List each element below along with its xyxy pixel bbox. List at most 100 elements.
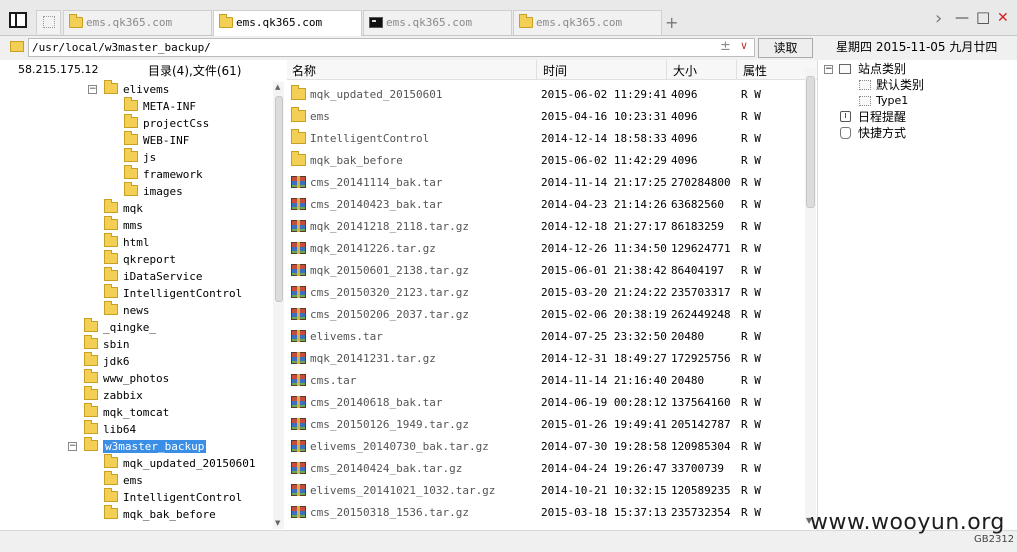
site-category[interactable]: 站点类别 <box>858 61 906 77</box>
tree-item[interactable]: META-INF <box>124 97 196 115</box>
file-row[interactable]: cms_20140424_bak.tar.gz 2014-04-24 19:26:… <box>287 458 802 480</box>
chevron-right-icon[interactable]: › <box>935 8 942 29</box>
plus-minus-icon[interactable]: ± <box>720 39 731 54</box>
tree-item[interactable]: IntelligentControl <box>104 488 242 506</box>
file-size: 172925756 <box>671 352 731 365</box>
tree-item[interactable]: images <box>124 182 183 200</box>
maximize-button[interactable]: □ <box>976 8 990 26</box>
file-attr: R W <box>741 110 761 123</box>
file-row[interactable]: elivems.tar 2014-07-25 23:32:50 20480 R W <box>287 326 802 348</box>
tree-item[interactable]: zabbix <box>84 386 143 404</box>
file-row[interactable]: mqk_updated_20150601 2015-06-02 11:29:41 4… <box>287 84 802 106</box>
path-input[interactable]: /usr/local/w3master_backup/ <box>28 38 755 57</box>
tree-item-label: elivems <box>123 83 170 96</box>
folder-icon <box>104 216 118 230</box>
archive-icon <box>291 440 306 452</box>
file-row[interactable]: mqk_20141218_2118.tar.gz 2014-12-18 21:27… <box>287 216 802 238</box>
tree-item[interactable]: w3master_backup <box>84 437 207 455</box>
tree-item[interactable]: WEB-INF <box>124 131 190 149</box>
tab-2[interactable]: ems.qk365.com <box>213 10 362 37</box>
column-name[interactable]: 名称 <box>292 62 316 79</box>
tree-item[interactable]: qkreport <box>104 250 176 268</box>
date-display: 星期四 2015-11-05 九月廿四 <box>836 40 998 54</box>
add-tab-button[interactable]: + <box>665 13 678 32</box>
tab-1[interactable]: ems.qk365.com <box>63 10 212 35</box>
default-category[interactable]: 默认类别 <box>876 77 924 93</box>
file-name: mqk_20141231.tar.gz <box>310 352 436 365</box>
file-list-scrollbar[interactable] <box>805 68 816 523</box>
file-row[interactable]: mqk_bak_before 2015-06-02 11:42:29 4096 R W <box>287 150 802 172</box>
tree-item[interactable]: ems <box>104 471 143 489</box>
tree-item[interactable]: mqk_tomcat <box>84 403 169 421</box>
close-button[interactable]: ✕ <box>997 10 1009 26</box>
tab-3[interactable]: ems.qk365.com <box>363 10 512 35</box>
file-row[interactable]: ems 2015-04-16 10:23:31 4096 R W <box>287 106 802 128</box>
tree-item[interactable]: html <box>104 233 150 251</box>
read-button[interactable]: 读取 <box>758 38 813 58</box>
tree-item[interactable]: elivems <box>104 80 170 98</box>
file-row[interactable]: IntelligentControl 2014-12-14 18:58:33 409… <box>287 128 802 150</box>
minimize-button[interactable]: — <box>955 10 969 26</box>
scroll-up-icon[interactable]: ▲ <box>275 83 280 91</box>
tree-item[interactable]: IntelligentControl <box>104 284 242 302</box>
type1-category[interactable]: Type1 <box>876 93 908 109</box>
collapse-icon[interactable]: − <box>68 442 77 451</box>
folder-icon <box>84 403 98 417</box>
tree-item-label: WEB-INF <box>143 134 190 147</box>
tree-item[interactable]: news <box>104 301 150 319</box>
column-time[interactable]: 时间 <box>543 62 567 79</box>
folder-icon <box>124 165 138 179</box>
file-row[interactable]: mqk_20141231.tar.gz 2014-12-31 18:49:27 17… <box>287 348 802 370</box>
collapse-icon[interactable]: − <box>824 65 833 74</box>
file-row[interactable]: cms_20141114_bak.tar 2014-11-14 21:17:25 2… <box>287 172 802 194</box>
tree-scroll-thumb[interactable] <box>275 96 283 302</box>
tree-item[interactable]: mms <box>104 216 143 234</box>
file-time: 2015-03-18 15:37:13 <box>541 506 667 519</box>
collapse-icon[interactable]: − <box>88 85 97 94</box>
file-row[interactable]: cms_20150318_1536.tar.gz 2015-03-18 15:37… <box>287 502 802 524</box>
tree-item[interactable]: jdk6 <box>84 352 130 370</box>
tree-item[interactable]: lib64 <box>84 420 136 438</box>
tree-item[interactable]: iDataService <box>104 267 202 285</box>
tree-item[interactable]: mqk_bak_before <box>104 505 216 523</box>
file-row[interactable]: cms_20150126_1949.tar.gz 2015-01-26 19:49… <box>287 414 802 436</box>
file-row[interactable]: elivems_20140730_bak.tar.gz 2014-07-30 19… <box>287 436 802 458</box>
file-row[interactable]: cms.tar 2014-11-14 21:16:40 20480 R W <box>287 370 802 392</box>
file-row[interactable]: cms_20150206_2037.tar.gz 2015-02-06 20:38… <box>287 304 802 326</box>
schedule-reminder[interactable]: 日程提醒 <box>858 109 906 125</box>
tree-item[interactable]: mqk <box>104 199 143 217</box>
tree-item[interactable]: www_photos <box>84 369 169 387</box>
new-blank-tab[interactable] <box>36 10 61 34</box>
file-row[interactable]: elivems_20141021_1032.tar.gz 2014-10-21 1… <box>287 480 802 502</box>
tree-scrollbar[interactable]: ▲ ▼ <box>273 82 284 529</box>
tab-4[interactable]: ems.qk365.com <box>513 10 662 35</box>
tree-item-label: framework <box>143 168 203 181</box>
tree-item[interactable]: framework <box>124 165 203 183</box>
folder-icon <box>291 151 306 166</box>
file-time: 2014-04-24 19:26:47 <box>541 462 667 475</box>
file-row[interactable]: cms_20150320_2123.tar.gz 2015-03-20 21:24… <box>287 282 802 304</box>
chevron-down-icon[interactable]: ∨ <box>740 39 748 52</box>
file-attr: R W <box>741 418 761 431</box>
tab-label: ems.qk365.com <box>236 16 323 29</box>
tree-item[interactable]: _qingke_ <box>84 318 156 336</box>
sidebar-toggle-button[interactable] <box>9 12 27 28</box>
shortcut[interactable]: 快捷方式 <box>858 125 906 141</box>
column-attr[interactable]: 属性 <box>743 62 767 79</box>
scroll-down-icon[interactable]: ▼ <box>275 519 280 527</box>
tree-item[interactable]: js <box>124 148 156 166</box>
folder-icon <box>10 41 24 52</box>
tree-item[interactable]: mqk_updated_20150601 <box>104 454 255 472</box>
tab-label: ems.qk365.com <box>386 16 473 29</box>
tree-item-label: sbin <box>103 338 130 351</box>
file-row[interactable]: mqk_20141226.tar.gz 2014-12-26 11:34:50 12… <box>287 238 802 260</box>
column-size[interactable]: 大小 <box>673 62 697 79</box>
file-time: 2015-03-20 21:24:22 <box>541 286 667 299</box>
file-list-scroll-thumb[interactable] <box>806 76 815 208</box>
tree-item[interactable]: projectCss <box>124 114 209 132</box>
file-size: 4096 <box>671 110 698 123</box>
tree-item[interactable]: sbin <box>84 335 130 353</box>
file-row[interactable]: cms_20140423_bak.tar 2014-04-23 21:14:26 6… <box>287 194 802 216</box>
file-row[interactable]: mqk_20150601_2138.tar.gz 2015-06-01 21:38… <box>287 260 802 282</box>
file-row[interactable]: cms_20140618_bak.tar 2014-06-19 00:28:12 1… <box>287 392 802 414</box>
